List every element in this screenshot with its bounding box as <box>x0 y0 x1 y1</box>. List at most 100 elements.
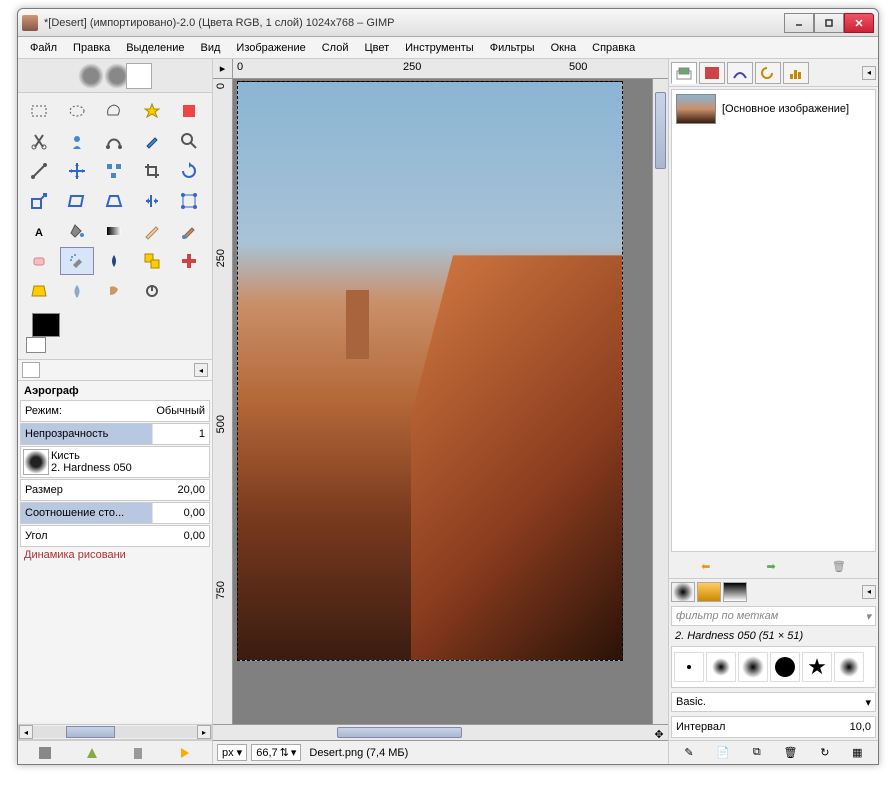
brush-filter-input[interactable]: фильтр по меткам ▾ <box>671 606 876 626</box>
tool-eraser[interactable] <box>22 247 56 275</box>
duplicate-brush-icon[interactable]: ⧉ <box>753 746 761 759</box>
brushes-tab-icon[interactable] <box>671 582 695 602</box>
brush-dot-icon[interactable] <box>687 665 691 669</box>
tool-perspective-clone[interactable] <box>22 277 56 305</box>
tool-options-tab-icon[interactable] <box>22 362 40 378</box>
canvas-vscroll[interactable] <box>652 79 668 724</box>
tool-blur[interactable] <box>60 277 94 305</box>
open-as-image-icon[interactable]: ▦ <box>852 746 862 759</box>
brush-soft-icon[interactable] <box>839 657 859 677</box>
tool-color-picker[interactable] <box>135 127 169 155</box>
canvas[interactable] <box>233 79 652 724</box>
tool-cage[interactable] <box>172 187 206 215</box>
tool-blend[interactable] <box>97 217 131 245</box>
size-field[interactable]: Размер 20,00 <box>20 479 210 501</box>
edit-brush-icon[interactable]: ✎ <box>684 746 693 759</box>
tool-scissors[interactable] <box>22 127 56 155</box>
tool-smudge[interactable] <box>97 277 131 305</box>
tool-color-select[interactable] <box>172 97 206 125</box>
menu-layer[interactable]: Слой <box>316 40 355 56</box>
tool-ellipse-select[interactable] <box>60 97 94 125</box>
brush-star-icon[interactable]: ★ <box>807 654 827 680</box>
canvas-hscroll[interactable] <box>233 725 650 740</box>
menu-windows[interactable]: Окна <box>545 40 583 56</box>
undo-tab-icon[interactable] <box>755 62 781 84</box>
menu-file[interactable]: Файл <box>24 40 63 56</box>
tool-shear[interactable] <box>60 187 94 215</box>
menu-help[interactable]: Справка <box>586 40 641 56</box>
tool-scale[interactable] <box>22 187 56 215</box>
quick-mask-icon[interactable] <box>213 725 233 740</box>
brush-soft-icon[interactable] <box>712 658 730 676</box>
menu-image[interactable]: Изображение <box>230 40 311 56</box>
tool-clone[interactable] <box>135 247 169 275</box>
tool-measure[interactable] <box>22 157 56 185</box>
tool-crop[interactable] <box>135 157 169 185</box>
tool-airbrush[interactable] <box>60 247 94 275</box>
options-hscroll[interactable]: ◂ ▸ <box>18 724 212 740</box>
brush-selector[interactable]: Кисть 2. Hardness 050 <box>20 446 210 478</box>
tool-move[interactable] <box>60 157 94 185</box>
tool-align[interactable] <box>97 157 131 185</box>
tool-flip[interactable] <box>135 187 169 215</box>
tool-zoom[interactable] <box>172 127 206 155</box>
aspect-ratio-field[interactable]: Соотношение сто... 0,00 <box>20 502 210 524</box>
scroll-right-icon[interactable]: ▸ <box>197 725 211 739</box>
unit-selector[interactable]: px ▾ <box>217 744 247 761</box>
tool-rotate[interactable] <box>172 157 206 185</box>
menu-view[interactable]: Вид <box>195 40 227 56</box>
tool-paintbrush[interactable] <box>172 217 206 245</box>
brush-hard-icon[interactable] <box>775 657 795 677</box>
layers-list[interactable]: [Основное изображение] <box>671 89 876 552</box>
gradients-tab-icon[interactable] <box>723 582 747 602</box>
patterns-tab-icon[interactable] <box>697 582 721 602</box>
tool-text[interactable]: A <box>22 217 56 245</box>
close-button[interactable] <box>844 13 874 33</box>
maximize-button[interactable] <box>814 13 844 33</box>
menu-filters[interactable]: Фильтры <box>484 40 541 56</box>
tool-bucket-fill[interactable] <box>60 217 94 245</box>
layer-item[interactable]: [Основное изображение] <box>672 90 875 128</box>
mode-value[interactable]: Обычный <box>152 405 209 417</box>
histogram-tab-icon[interactable] <box>783 62 809 84</box>
delete-layer-icon[interactable]: 🗑 <box>832 560 846 573</box>
tool-pencil[interactable] <box>135 217 169 245</box>
menu-select[interactable]: Выделение <box>120 40 190 56</box>
menu-edit[interactable]: Правка <box>67 40 116 56</box>
image-content[interactable] <box>237 81 623 661</box>
color-swatches[interactable] <box>18 309 212 359</box>
delete-preset-icon[interactable] <box>130 745 146 761</box>
menu-tools[interactable]: Инструменты <box>399 40 480 56</box>
save-preset-icon[interactable] <box>37 745 53 761</box>
opacity-slider[interactable]: Непрозрачность 1 <box>20 423 210 445</box>
brush-preset-select[interactable]: Basic.▾ <box>671 692 876 712</box>
tool-dodge[interactable] <box>135 277 169 305</box>
paths-tab-icon[interactable] <box>727 62 753 84</box>
restore-preset-icon[interactable] <box>84 745 100 761</box>
tool-ink[interactable] <box>97 247 131 275</box>
next-layer-icon[interactable]: ➡ <box>767 560 776 573</box>
tool-foreground-select[interactable] <box>60 127 94 155</box>
tool-perspective[interactable] <box>97 187 131 215</box>
tool-free-select[interactable] <box>97 97 131 125</box>
reset-icon[interactable] <box>177 745 193 761</box>
menu-color[interactable]: Цвет <box>358 40 395 56</box>
brush-grid[interactable]: ★ <box>671 646 876 688</box>
angle-field[interactable]: Угол 0,00 <box>20 525 210 547</box>
refresh-brush-icon[interactable]: ↻ <box>820 746 829 759</box>
zoom-selector[interactable]: 66,7⇅▾ <box>251 744 301 761</box>
delete-brush-icon[interactable]: 🗑 <box>783 746 797 759</box>
prev-layer-icon[interactable]: ⬅ <box>701 560 710 573</box>
tool-heal[interactable] <box>172 247 206 275</box>
new-brush-icon[interactable]: 📄 <box>716 746 730 759</box>
interval-field[interactable]: Интервал 10,0 <box>671 716 876 738</box>
brush-soft-icon[interactable] <box>742 656 764 678</box>
panel-menu-icon[interactable]: ◂ <box>862 585 876 599</box>
scroll-left-icon[interactable]: ◂ <box>19 725 33 739</box>
layers-tab-icon[interactable] <box>671 62 697 84</box>
panel-menu-icon[interactable]: ◂ <box>194 363 208 377</box>
foreground-color[interactable] <box>32 313 60 337</box>
tool-fuzzy-select[interactable] <box>135 97 169 125</box>
channels-tab-icon[interactable] <box>699 62 725 84</box>
minimize-button[interactable] <box>784 13 814 33</box>
